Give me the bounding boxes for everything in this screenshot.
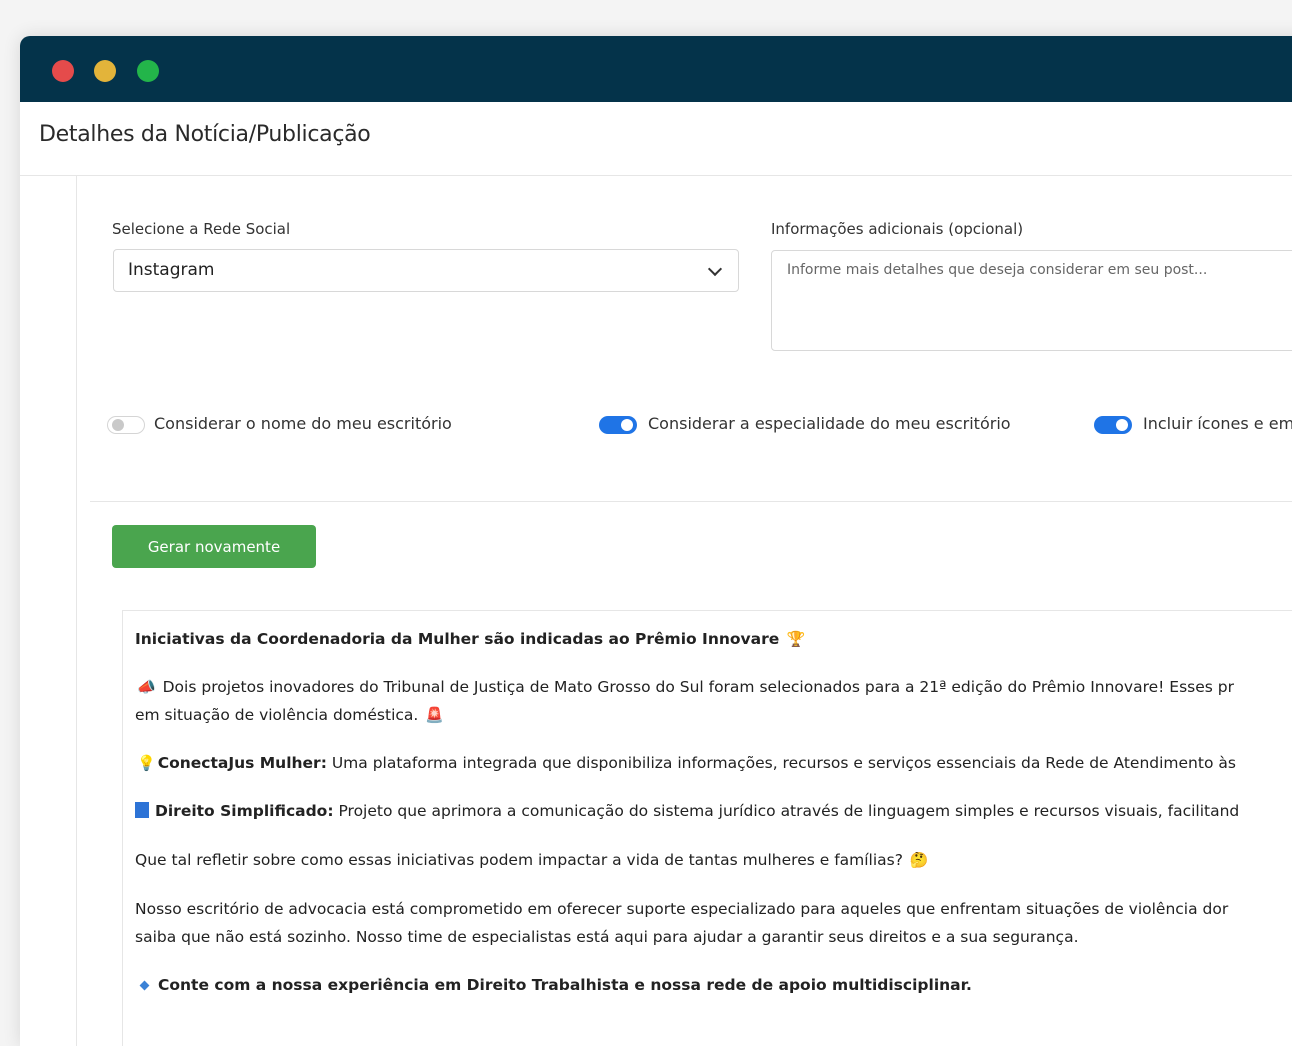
- section-divider: [90, 501, 1292, 502]
- post-paragraph-5-cont: saiba que não está sozinho. Nosso time d…: [135, 923, 1079, 951]
- additional-info-label: Informações adicionais (opcional): [771, 220, 1024, 238]
- toggle-office-specialty-label: Considerar a especialidade do meu escrit…: [648, 414, 1011, 433]
- post-paragraph-3-bold: Direito Simplificado:: [155, 802, 334, 820]
- post-paragraph-5-line-1: Nosso escritório de advocacia está compr…: [135, 900, 1229, 918]
- post-paragraph-5-line-2: saiba que não está sozinho. Nosso time d…: [135, 928, 1079, 946]
- blue-book-icon: [135, 802, 149, 818]
- toggle-include-icons-label: Incluir ícones e em: [1143, 414, 1292, 433]
- additional-info-placeholder: Informe mais detalhes que deseja conside…: [787, 262, 1208, 278]
- post-paragraph-3: Direito Simplificado: Projeto que aprimo…: [135, 797, 1239, 825]
- post-headline: Iniciativas da Coordenadoria da Mulher s…: [135, 625, 807, 653]
- post-paragraph-5: Nosso escritório de advocacia está compr…: [135, 895, 1228, 923]
- post-paragraph-6: Conte com a nossa experiência em Direito…: [135, 971, 972, 999]
- regenerate-button[interactable]: Gerar novamente: [112, 525, 316, 568]
- page-header: Detalhes da Notícia/Publicação: [20, 102, 1292, 176]
- post-paragraph-1-cont: em situação de violência doméstica. 🚨: [135, 701, 446, 729]
- post-paragraph-6-text: Conte com a nossa experiência em Direito…: [158, 976, 972, 994]
- app-window: Detalhes da Notícia/Publicação Selecione…: [20, 36, 1292, 1046]
- generated-post: Iniciativas da Coordenadoria da Mulher s…: [122, 610, 1292, 1046]
- additional-info-textarea[interactable]: Informe mais detalhes que deseja conside…: [771, 250, 1292, 351]
- toggle-knob: [112, 419, 124, 431]
- post-paragraph-1-line-2: em situação de violência doméstica.: [135, 706, 419, 724]
- minimize-window-button[interactable]: [94, 60, 116, 82]
- siren-icon: 🚨: [425, 706, 444, 724]
- post-paragraph-3-text: Projeto que aprimora a comunicação do si…: [333, 802, 1240, 820]
- toggle-knob: [621, 419, 633, 431]
- post-paragraph-2-bold: ConectaJus Mulher:: [157, 754, 327, 772]
- post-paragraph-2-text: Uma plataforma integrada que disponibili…: [326, 754, 1236, 772]
- toggle-include-icons[interactable]: [1094, 416, 1132, 434]
- post-headline-text: Iniciativas da Coordenadoria da Mulher s…: [135, 630, 780, 648]
- blue-diamond-icon: [139, 980, 150, 991]
- close-window-button[interactable]: [52, 60, 74, 82]
- post-paragraph-4-text: Que tal refletir sobre como essas inicia…: [135, 851, 903, 869]
- lightbulb-icon: 💡: [137, 754, 156, 772]
- toggle-office-name[interactable]: [107, 416, 145, 434]
- trophy-icon: 🏆: [786, 630, 806, 648]
- social-network-select[interactable]: Instagram: [113, 249, 739, 292]
- post-paragraph-1: 📣 Dois projetos inovadores do Tribunal d…: [135, 673, 1234, 701]
- toggle-knob: [1116, 419, 1128, 431]
- toggle-office-name-label: Considerar o nome do meu escritório: [154, 414, 452, 433]
- megaphone-icon: 📣: [137, 678, 156, 696]
- post-paragraph-1-line-1: Dois projetos inovadores do Tribunal de …: [162, 678, 1234, 696]
- chevron-down-icon: [707, 261, 723, 277]
- window-titlebar: [20, 36, 1292, 102]
- social-network-label: Selecione a Rede Social: [112, 220, 291, 238]
- page-title: Detalhes da Notícia/Publicação: [39, 122, 371, 147]
- toggle-office-specialty[interactable]: [599, 416, 637, 434]
- post-paragraph-4: Que tal refletir sobre como essas inicia…: [135, 846, 931, 874]
- maximize-window-button[interactable]: [137, 60, 159, 82]
- thinking-face-icon: 🤔: [909, 851, 929, 869]
- left-divider: [76, 176, 77, 1046]
- post-paragraph-2: 💡 ConectaJus Mulher: Uma plataforma integ…: [135, 749, 1236, 777]
- social-network-value: Instagram: [128, 260, 215, 280]
